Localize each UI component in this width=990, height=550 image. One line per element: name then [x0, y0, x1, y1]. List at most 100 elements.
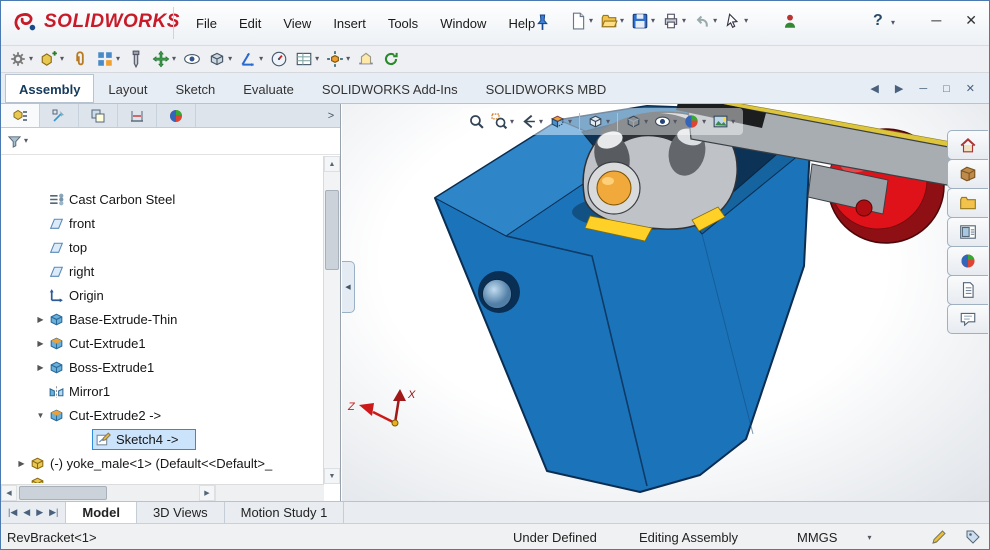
next-window-button[interactable]: ▶ — [895, 82, 903, 95]
panel-tab-property-manager[interactable] — [40, 104, 79, 127]
tree-item[interactable]: ▶Boss-Extrude1 — [1, 355, 323, 379]
dropdown-caret-icon[interactable]: ▾ — [606, 118, 610, 126]
edit-component-button[interactable]: ▾ — [7, 48, 35, 70]
dropdown-caret-icon[interactable]: ▾ — [731, 118, 735, 126]
dropdown-caret-icon[interactable]: ▾ — [682, 17, 686, 25]
menu-tools[interactable]: Tools — [377, 11, 429, 36]
panel-collapse-handle[interactable]: ◀ — [342, 261, 355, 313]
tree-vertical-scrollbar[interactable]: ▲ ▼ — [323, 156, 340, 484]
scroll-down-button[interactable]: ▼ — [324, 468, 340, 484]
exploded-view-button[interactable]: ▾ — [324, 48, 352, 70]
vscroll-thumb[interactable] — [325, 190, 339, 270]
filter-icon[interactable] — [7, 134, 22, 149]
custom-properties-tab[interactable] — [947, 275, 988, 305]
dropdown-caret-icon[interactable]: ▾ — [510, 118, 514, 126]
insert-components-button[interactable]: ▾ — [38, 48, 66, 70]
tab-solidworks-add-ins[interactable]: SOLIDWORKS Add-Ins — [308, 74, 472, 103]
annotation-pencil-icon[interactable] — [931, 529, 947, 545]
dropdown-caret-icon[interactable]: ▾ — [259, 55, 263, 63]
next-tab-button[interactable]: ▶ — [36, 507, 43, 518]
file-explorer-tab[interactable] — [947, 188, 988, 218]
bill-of-materials-button[interactable]: ▾ — [293, 48, 321, 70]
tree-item[interactable]: ▶Base-Extrude-Thin — [1, 307, 323, 331]
scroll-right-button[interactable]: ▶ — [199, 485, 215, 501]
tree-item[interactable]: Origin — [1, 283, 323, 307]
tab-solidworks-mbd[interactable]: SOLIDWORKS MBD — [472, 74, 621, 103]
filter-caret-icon[interactable]: ▾ — [24, 137, 28, 145]
tree-item-clipped[interactable] — [1, 475, 323, 483]
menu-view[interactable]: View — [272, 11, 322, 36]
print-button[interactable]: ▾ — [660, 10, 688, 32]
dropdown-caret-icon[interactable]: ▾ — [346, 55, 350, 63]
dropdown-caret-icon[interactable]: ▾ — [744, 17, 748, 25]
tree-item[interactable]: ▶(-) yoke_male<1> (Default<<Default>_ — [1, 451, 323, 475]
expand-arrow-icon[interactable]: ▶ — [34, 339, 47, 348]
dropdown-caret-icon[interactable]: ▾ — [620, 17, 624, 25]
units-selector[interactable]: MMGS ▾ — [797, 530, 871, 545]
view-palette-tab[interactable] — [947, 217, 988, 247]
dropdown-caret-icon[interactable]: ▾ — [315, 55, 319, 63]
doc-tab-motion-study-1[interactable]: Motion Study 1 — [225, 502, 345, 523]
expand-arrow-icon[interactable]: ▶ — [34, 315, 47, 324]
menu-insert[interactable]: Insert — [322, 11, 377, 36]
panel-tab-dimxpert-manager[interactable] — [118, 104, 157, 127]
dropdown-caret-icon[interactable]: ▾ — [172, 55, 176, 63]
tree-item[interactable]: ▼Cut-Extrude2 -> — [1, 403, 323, 427]
last-tab-button[interactable]: ▶| — [49, 507, 58, 518]
tab-sketch[interactable]: Sketch — [161, 74, 229, 103]
menu-file[interactable]: File — [185, 11, 228, 36]
doc-minimize-button[interactable]: ─ — [919, 83, 927, 95]
hscroll-thumb[interactable] — [19, 486, 107, 500]
view-settings-button[interactable]: ▾ — [709, 111, 738, 132]
previous-window-button[interactable]: ◀ — [870, 82, 878, 95]
zoom-to-area-button[interactable]: ▾ — [488, 111, 517, 132]
show-hidden-components-button[interactable] — [181, 48, 203, 70]
expand-arrow-icon[interactable]: ▶ — [34, 363, 47, 372]
move-component-button[interactable]: ▾ — [150, 48, 178, 70]
tree-item[interactable]: Mirror1 — [1, 379, 323, 403]
zoom-fit-button[interactable] — [465, 111, 488, 132]
dropdown-caret-icon[interactable]: ▾ — [589, 17, 593, 25]
doc-tab-model[interactable]: Model — [66, 502, 137, 523]
tree-item[interactable]: ▶Cut-Extrude1 — [1, 331, 323, 355]
smart-fasteners-button[interactable] — [125, 48, 147, 70]
tree-horizontal-scrollbar[interactable]: ◀ ▶ — [1, 484, 324, 501]
close-button[interactable]: ✕ — [965, 12, 977, 29]
model-hub-dot[interactable] — [856, 200, 872, 216]
reference-triad[interactable]: Z X — [347, 389, 416, 426]
previous-view-button[interactable]: ▾ — [517, 111, 546, 132]
tree-item[interactable]: Sketch4 -> — [1, 427, 323, 451]
instant3d-button[interactable] — [355, 48, 377, 70]
previous-tab-button[interactable]: ◀ — [23, 507, 30, 518]
reference-geometry-button[interactable]: ▾ — [237, 48, 265, 70]
open-button[interactable]: ▾ — [598, 10, 626, 32]
solidworks-resources-tab[interactable] — [947, 130, 988, 160]
panel-tab-feature-manager[interactable] — [1, 104, 40, 127]
tab-assembly[interactable]: Assembly — [5, 74, 94, 103]
doc-restore-button[interactable]: □ — [943, 83, 950, 95]
tree-item[interactable]: top — [1, 235, 323, 259]
dropdown-caret-icon[interactable]: ▾ — [644, 118, 648, 126]
panel-expand-chevron[interactable]: > — [322, 104, 340, 127]
dropdown-caret-icon[interactable]: ▾ — [60, 55, 64, 63]
section-view-button[interactable]: ▾ — [546, 111, 575, 132]
tree-item[interactable]: Cast Carbon Steel — [1, 187, 323, 211]
tab-evaluate[interactable]: Evaluate — [229, 74, 308, 103]
display-style-button[interactable]: ▾ — [622, 111, 651, 132]
dropdown-caret-icon[interactable]: ▾ — [568, 118, 572, 126]
expand-arrow-icon[interactable]: ▼ — [34, 411, 47, 420]
hide-show-items-button[interactable]: ▾ — [651, 111, 680, 132]
help-button[interactable]: ? — [873, 12, 883, 30]
update-references-button[interactable] — [380, 48, 402, 70]
scroll-left-button[interactable]: ◀ — [1, 485, 17, 501]
expand-arrow-icon[interactable]: ▶ — [15, 459, 28, 468]
save-button[interactable]: ▾ — [629, 10, 657, 32]
dropdown-caret-icon[interactable]: ▾ — [673, 118, 677, 126]
tag-icon[interactable] — [965, 529, 981, 545]
pushpin-icon[interactable] — [534, 14, 551, 31]
hscroll-track[interactable] — [107, 485, 199, 501]
minimize-button[interactable]: ─ — [931, 12, 941, 29]
dropdown-caret-icon[interactable]: ▾ — [228, 55, 232, 63]
menu-window[interactable]: Window — [429, 11, 497, 36]
select-button[interactable]: ▾ — [722, 10, 750, 32]
